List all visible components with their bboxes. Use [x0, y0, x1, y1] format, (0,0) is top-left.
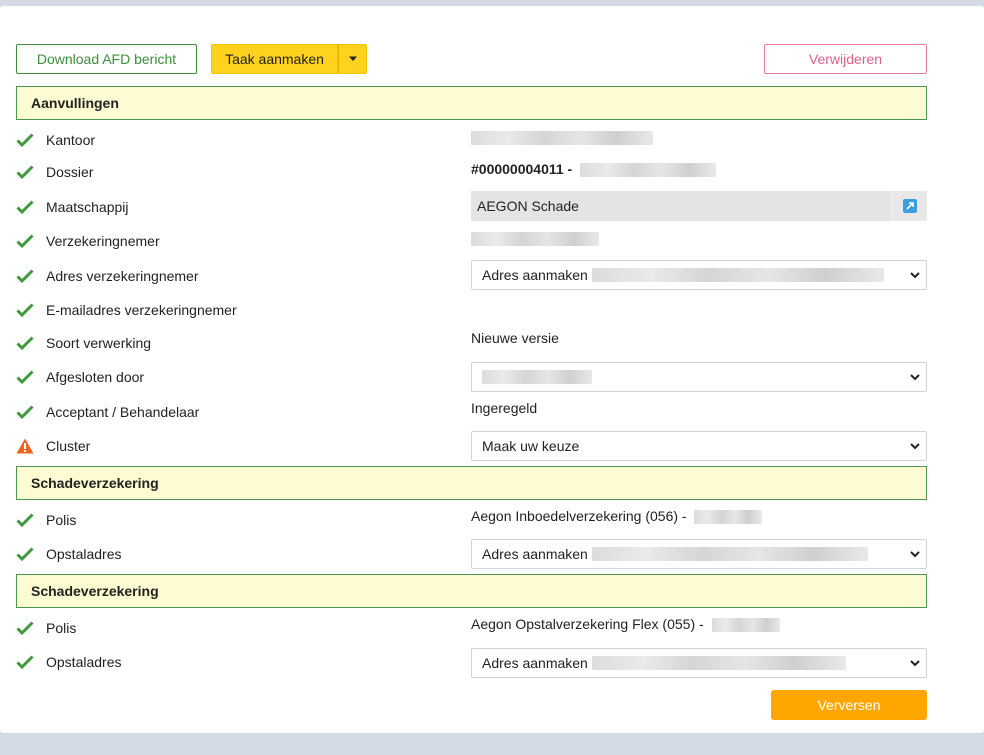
section-header-aanvullingen: Aanvullingen: [16, 86, 927, 120]
polis-text: Aegon Inboedelverzekering (056) -: [471, 508, 687, 524]
chevron-down-icon: [910, 443, 920, 450]
check-icon: [16, 405, 34, 420]
soort-verwerking-value: Nieuwe versie: [471, 330, 559, 346]
select-value: Maak uw keuze: [482, 438, 580, 454]
section-title: Schadeverzekering: [31, 583, 159, 599]
section-header-schadeverzekering-2: Schadeverzekering: [16, 574, 927, 608]
kantoor-value-redacted: [471, 129, 653, 146]
label-email-verzekeringnemer: E-mailadres verzekeringnemer: [46, 302, 237, 318]
section-title: Schadeverzekering: [31, 475, 159, 491]
download-afd-button[interactable]: Download AFD bericht: [16, 44, 197, 74]
chevron-down-icon: [910, 551, 920, 558]
label-cluster: Cluster: [46, 438, 91, 454]
label-afgesloten-door: Afgesloten door: [46, 369, 145, 385]
select-value: Adres aanmaken: [482, 655, 588, 671]
dossier-value: #00000004011 -: [471, 161, 717, 178]
external-link-icon: [902, 199, 917, 213]
adres-verzekeringnemer-select[interactable]: Adres aanmaken: [471, 260, 927, 290]
chevron-down-icon: [910, 272, 920, 279]
check-icon: [16, 165, 34, 180]
select-value: Adres aanmaken: [482, 546, 588, 562]
section-header-schadeverzekering-1: Schadeverzekering: [16, 466, 927, 500]
label-opstaladres: Opstaladres: [46, 546, 122, 562]
refresh-button[interactable]: Verversen: [771, 690, 927, 720]
label-verzekeringnemer: Verzekeringnemer: [46, 233, 160, 249]
label-adres-verzekeringnemer: Adres verzekeringnemer: [46, 268, 199, 284]
check-icon: [16, 547, 34, 562]
warning-icon: [16, 438, 34, 454]
chevron-down-icon: [910, 660, 920, 667]
check-icon: [16, 370, 34, 385]
maatschappij-value: AEGON Schade: [477, 198, 579, 214]
opstaladres-select-2[interactable]: Adres aanmaken: [471, 648, 927, 678]
polis-value: Aegon Inboedelverzekering (056) -: [471, 508, 763, 525]
section-title: Aanvullingen: [31, 95, 119, 111]
maatschappij-field: AEGON Schade: [471, 191, 927, 221]
check-icon: [16, 269, 34, 284]
caret-down-icon: [348, 56, 357, 61]
label-kantoor: Kantoor: [46, 132, 96, 148]
delete-button[interactable]: Verwijderen: [764, 44, 927, 74]
label-acceptant-behandelaar: Acceptant / Behandelaar: [46, 404, 200, 420]
check-icon: [16, 234, 34, 249]
label-dossier: Dossier: [46, 164, 94, 180]
check-icon: [16, 621, 34, 636]
check-icon: [16, 336, 34, 351]
label-polis: Polis: [46, 620, 77, 636]
check-icon: [16, 133, 34, 148]
main-card: Download AFD bericht Taak aanmaken Verwi…: [0, 6, 984, 733]
polis-value: Aegon Opstalverzekering Flex (055) -: [471, 616, 780, 633]
verzekeringnemer-value-redacted: [471, 230, 599, 247]
check-icon: [16, 303, 34, 318]
afgesloten-door-select[interactable]: [471, 362, 927, 392]
create-task-button[interactable]: Taak aanmaken: [211, 44, 338, 74]
create-task-dropdown-toggle[interactable]: [338, 44, 367, 74]
cluster-select[interactable]: Maak uw keuze: [471, 431, 927, 461]
label-polis: Polis: [46, 512, 77, 528]
label-maatschappij: Maatschappij: [46, 199, 129, 215]
select-value: Adres aanmaken: [482, 267, 588, 283]
label-opstaladres: Opstaladres: [46, 654, 122, 670]
check-icon: [16, 200, 34, 215]
external-link-button[interactable]: [891, 191, 927, 221]
check-icon: [16, 655, 34, 670]
acceptant-value: Ingeregeld: [471, 400, 538, 416]
chevron-down-icon: [910, 374, 920, 381]
label-soort-verwerking: Soort verwerking: [46, 335, 152, 351]
opstaladres-select-1[interactable]: Adres aanmaken: [471, 539, 927, 569]
check-icon: [16, 513, 34, 528]
polis-text: Aegon Opstalverzekering Flex (055) -: [471, 616, 704, 632]
dossier-number: #00000004011 -: [471, 161, 573, 177]
